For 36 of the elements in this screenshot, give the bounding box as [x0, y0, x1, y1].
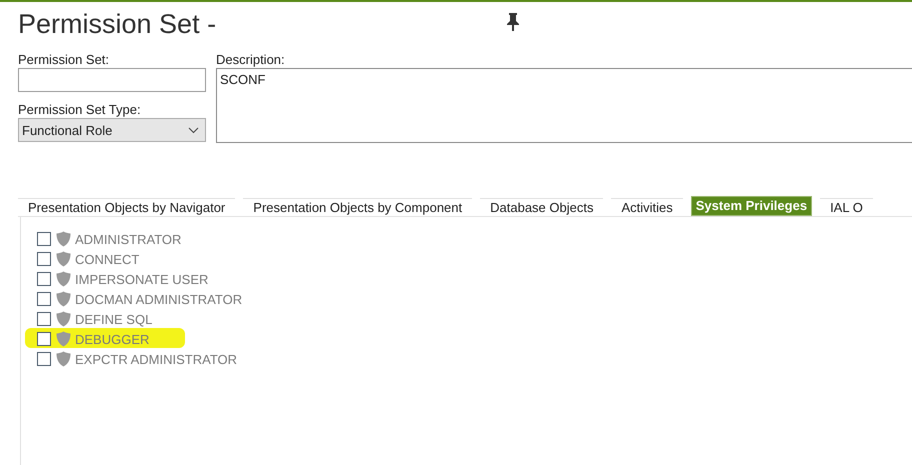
privilege-name: CONNECT: [75, 252, 140, 266]
checkbox[interactable]: [37, 252, 51, 266]
privilege-name: EXPCTR ADMINISTRATOR: [75, 352, 238, 366]
checkbox[interactable]: [37, 272, 51, 286]
shield-icon: [56, 291, 71, 307]
checkbox[interactable]: [37, 352, 51, 366]
checkbox[interactable]: [37, 312, 51, 326]
shield-icon: [56, 311, 71, 327]
privilege-name: ADMINISTRATOR: [75, 232, 182, 246]
privilege-name: DOCMAN ADMINISTRATOR: [75, 292, 242, 306]
caret-icon: [188, 126, 199, 134]
checkbox[interactable]: [37, 332, 51, 346]
type-dropdown[interactable]: Functional Role: [18, 118, 206, 142]
tab[interactable]: Presentation Objects by Navigator: [18, 198, 236, 216]
tab[interactable]: Database Objects: [480, 198, 604, 216]
field-label: Description:: [216, 52, 286, 67]
pin-icon[interactable]: [506, 13, 520, 31]
input-field[interactable]: [18, 68, 206, 92]
privilege-name: DEBUGGER: [75, 332, 150, 346]
tab[interactable]: IAL O: [820, 198, 873, 216]
description-field[interactable]: SCONF: [216, 68, 912, 143]
shield-icon: [56, 231, 71, 247]
shield-icon: [56, 271, 71, 287]
tab[interactable]: System Privileges: [690, 196, 812, 216]
shield-icon: [56, 251, 71, 267]
tab[interactable]: Presentation Objects by Component: [243, 198, 472, 216]
field-label: Permission Set:: [18, 52, 110, 67]
field-label: Permission Set Type:: [18, 102, 142, 117]
privilege-name: IMPERSONATE USER: [75, 272, 208, 286]
checkbox[interactable]: [37, 232, 51, 246]
window-title: Permission Set -: [18, 8, 218, 40]
tab[interactable]: Activities: [611, 198, 683, 216]
shield-icon: [56, 351, 71, 367]
checkbox[interactable]: [37, 292, 51, 306]
shield-icon: [56, 331, 71, 347]
privilege-name: DEFINE SQL: [75, 312, 152, 326]
